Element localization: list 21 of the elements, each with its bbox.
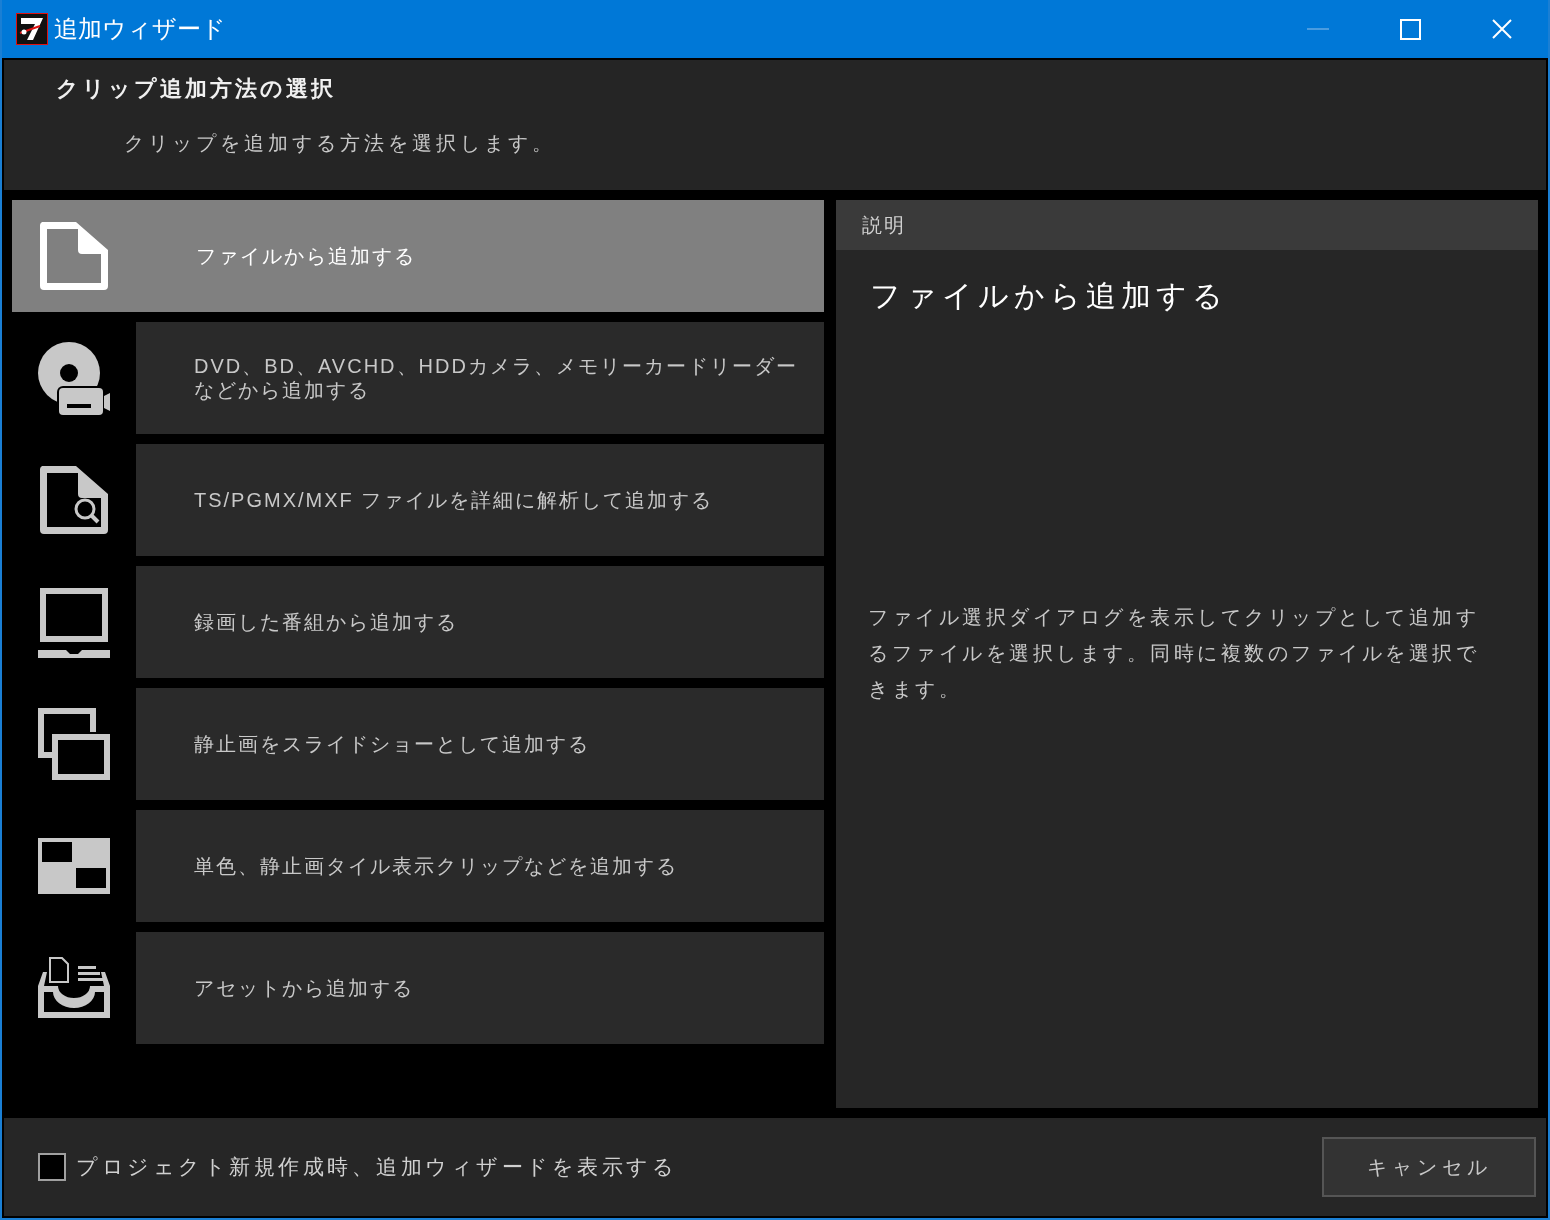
close-icon [1492,19,1512,39]
description-text: ファイル選択ダイアログを表示してクリップとして追加するファイルを選択します。同時に複数のファイルを選択できます。 [868,605,1480,702]
file-icon [38,220,110,292]
overlapping-windows-icon [38,708,110,780]
window-title: 追加ウィザード [54,14,227,45]
page-title: クリップ追加方法の選択 [56,75,337,103]
tray-document-icon [38,956,110,1020]
description-heading: 説明 [862,212,906,238]
method-option[interactable]: ファイルから追加する [12,200,824,312]
tiles-icon [38,838,110,894]
checkbox-label: プロジェクト新規作成時、追加ウィザードを表示する [76,1154,678,1181]
minimize-icon [1307,28,1329,30]
file-search-icon [38,464,110,536]
maximize-icon [1399,18,1421,40]
cancel-button[interactable]: キャンセル [1322,1137,1536,1197]
page-subtitle: クリップを追加する方法を選択します。 [124,131,557,156]
disc-camera-icon [37,341,111,415]
description-title: ファイルから追加する [870,278,1229,314]
app-logo-icon [16,13,48,45]
laptop-icon [38,586,110,658]
checkbox[interactable] [38,1153,66,1181]
